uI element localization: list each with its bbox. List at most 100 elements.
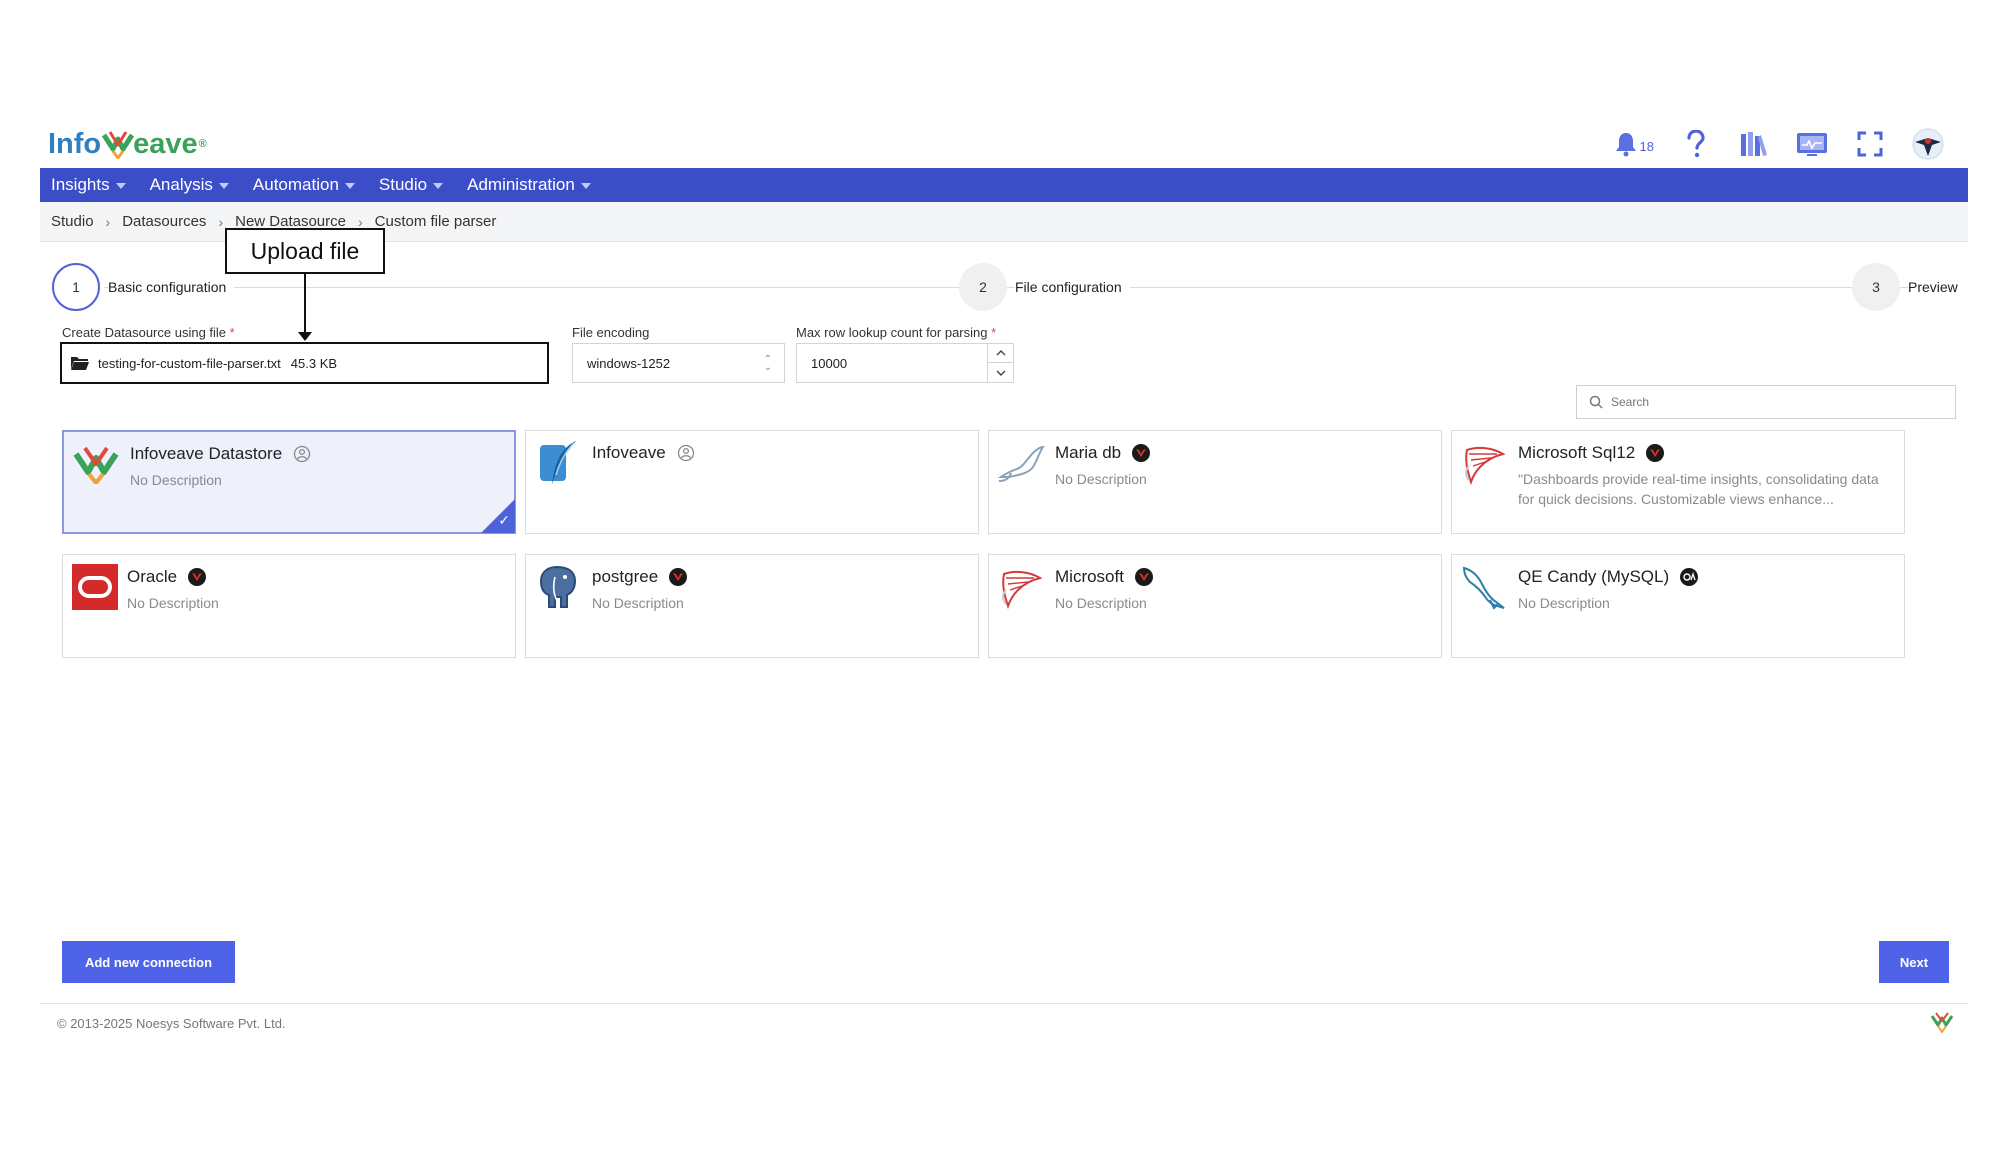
nav-label: Automation [252, 175, 339, 194]
caret-down-icon [433, 183, 444, 189]
sqlite-feather-icon [540, 441, 576, 485]
nav-insights[interactable]: Insights [51, 175, 126, 195]
card-title: QE Candy (MySQL) [1518, 567, 1670, 586]
nav-analysis[interactable]: Analysis [150, 175, 229, 195]
card-title: Maria db [1055, 443, 1122, 462]
fullscreen-button[interactable] [1854, 128, 1886, 160]
check-icon: ✓ [498, 512, 510, 528]
help-icon [1687, 130, 1705, 158]
card-qe-candy-mysql[interactable]: QE Candy (MySQL) No Description [1451, 554, 1905, 658]
step-label: Basic configuration [108, 279, 235, 295]
nav-label: Insights [51, 175, 110, 194]
header-icon-bar: 18 [1614, 122, 1944, 166]
logo-mark-icon [102, 131, 135, 159]
file-label-text: Create Datasource using file [62, 325, 227, 340]
connector-badge-icon [1646, 444, 1665, 462]
step-file-configuration[interactable]: 2 File configuration [959, 263, 1130, 311]
card-title: Microsoft Sql12 [1518, 443, 1636, 462]
avatar-icon [1912, 128, 1944, 160]
card-title: Infoveave Datastore [130, 444, 283, 463]
breadcrumb-studio[interactable]: Studio [51, 213, 94, 230]
card-description: No Description [1055, 471, 1147, 487]
step-basic-configuration[interactable]: 1 Basic configuration [52, 263, 235, 311]
select-updown-icon: ⌃ ⌄ [763, 354, 772, 373]
max-row-lookup-input[interactable]: 10000 [796, 343, 1014, 383]
card-oracle[interactable]: Oracle No Description [62, 554, 516, 658]
nav-label: Administration [467, 175, 575, 194]
file-size: 45.3 KB [290, 355, 338, 371]
card-title-row: Oracle [127, 567, 207, 587]
card-infoveave-datastore[interactable]: Infoveave Datastore No Description ✓ [62, 430, 516, 534]
folder-open-icon [71, 357, 89, 370]
breadcrumb-datasources[interactable]: Datasources [122, 213, 206, 230]
search-input[interactable] [1611, 395, 1931, 409]
connector-badge-icon [669, 568, 688, 586]
upload-file-callout: Upload file [225, 228, 385, 274]
card-microsoft-sql12[interactable]: Microsoft Sql12 "Dashboards provide real… [1451, 430, 1905, 534]
card-title-row: Infoveave [592, 443, 696, 463]
caret-down-icon [344, 183, 355, 189]
file-field-label: Create Datasource using file * [62, 325, 235, 340]
library-button[interactable] [1738, 128, 1770, 160]
caret-down-icon [580, 183, 591, 189]
card-title-row: QE Candy (MySQL) [1518, 567, 1699, 587]
footer-divider [40, 1003, 1968, 1004]
card-logo [534, 439, 582, 487]
logo-text-right: eave [133, 127, 198, 160]
breadcrumb-current: Custom file parser [374, 213, 497, 230]
card-maria-db[interactable]: Maria db No Description [988, 430, 1442, 534]
file-encoding-select[interactable]: windows-1252 ⌃ ⌄ [572, 343, 785, 383]
max-row-field-label: Max row lookup count for parsing * [796, 325, 996, 340]
step-preview[interactable]: 3 Preview [1852, 263, 1966, 311]
oracle-logo-icon [72, 564, 118, 610]
sql-server-icon [1002, 570, 1043, 610]
nav-administration[interactable]: Administration [467, 175, 591, 195]
user-circle-icon [677, 444, 694, 462]
encoding-label-text: File encoding [572, 325, 650, 340]
card-microsoft[interactable]: Microsoft No Description [988, 554, 1442, 658]
infoveave-logo[interactable]: Info eave ® [48, 124, 207, 164]
chevron-right-icon: › [105, 213, 111, 230]
file-upload-input[interactable]: testing-for-custom-file-parser.txt 45.3 … [60, 342, 549, 384]
help-button[interactable] [1680, 128, 1712, 160]
logo-text-left: Info [48, 127, 102, 160]
card-description: No Description [130, 472, 222, 488]
decrement-button[interactable] [988, 363, 1013, 382]
user-circle-icon [294, 445, 311, 463]
connector-badge-icon [188, 568, 207, 586]
callout-line [304, 274, 306, 334]
caret-down-icon [218, 183, 229, 189]
monitor-icon [1797, 133, 1827, 156]
card-postgree[interactable]: postgree No Description [525, 554, 979, 658]
max-row-value: 10000 [811, 355, 848, 371]
increment-button[interactable] [988, 344, 1013, 363]
monitor-button[interactable] [1796, 128, 1828, 160]
card-title: Oracle [127, 567, 178, 586]
footer-logo-icon [1930, 1012, 1954, 1033]
required-mark: * [229, 325, 235, 340]
step-label: Preview [1908, 279, 1966, 295]
encoding-value: windows-1252 [587, 355, 671, 371]
card-infoveave[interactable]: Infoveave [525, 430, 979, 534]
required-mark: * [991, 325, 997, 340]
mysql-dolphin-icon [1462, 566, 1505, 610]
user-avatar[interactable] [1912, 128, 1944, 160]
step-number: 3 [1852, 263, 1900, 311]
bell-icon [1615, 133, 1636, 157]
mariadb-seal-icon [997, 445, 1045, 482]
postgres-elephant-icon [539, 565, 577, 608]
chevron-right-icon: › [218, 213, 224, 230]
copyright-text: © 2013-2025 Noesys Software Pvt. Ltd. [57, 1016, 286, 1031]
card-title-row: Maria db [1055, 443, 1151, 463]
card-description: "Dashboards provide real-time insights, … [1518, 471, 1879, 507]
search-icon [1589, 395, 1603, 409]
notifications-button[interactable]: 18 [1614, 128, 1654, 160]
add-new-connection-button[interactable]: Add new connection [62, 941, 235, 983]
chevron-up-icon [996, 350, 1005, 356]
next-button[interactable]: Next [1879, 941, 1949, 983]
card-logo [71, 563, 119, 611]
nav-automation[interactable]: Automation [253, 175, 355, 195]
nav-studio[interactable]: Studio [379, 175, 444, 195]
card-logo [72, 440, 120, 488]
fullscreen-icon [1857, 131, 1883, 157]
